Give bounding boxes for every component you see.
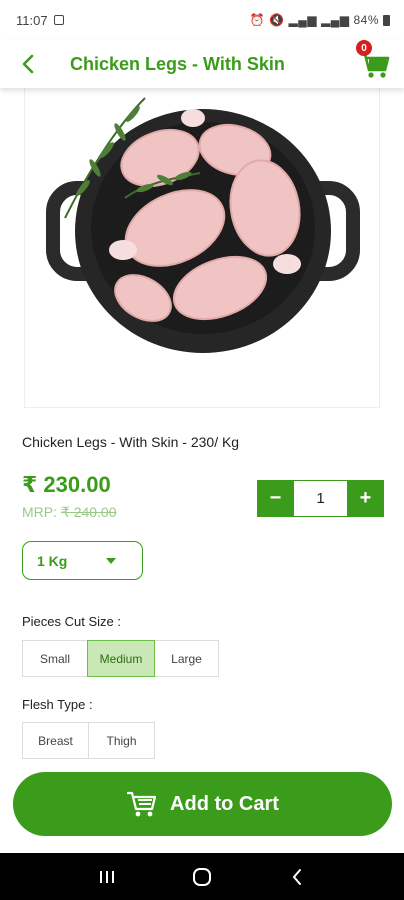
- home-button[interactable]: [188, 863, 216, 891]
- recent-apps-icon: [100, 870, 115, 883]
- caret-down-icon: [106, 557, 116, 564]
- decrease-quantity-button[interactable]: −: [257, 480, 294, 517]
- flesh-type-label: Flesh Type :: [22, 697, 93, 712]
- recent-apps-button[interactable]: [93, 863, 121, 891]
- add-to-cart-button[interactable]: Add to Cart: [13, 772, 392, 836]
- back-chevron-icon: [292, 868, 301, 885]
- app-header: Chicken Legs - With Skin 0: [0, 40, 404, 88]
- cart-add-icon: [127, 791, 157, 817]
- option-small[interactable]: Small: [22, 640, 88, 677]
- product-mrp: MRP: ₹ 240.00: [22, 504, 117, 521]
- quantity-stepper: − 1 +: [257, 480, 384, 517]
- chevron-left-icon: [22, 54, 34, 74]
- quantity-value[interactable]: 1: [294, 480, 347, 517]
- home-circle-icon: [192, 867, 211, 886]
- pieces-cut-options: Small Medium Large: [22, 640, 219, 677]
- option-medium[interactable]: Medium: [87, 640, 155, 677]
- alarm-icon: ⏰: [249, 13, 266, 27]
- battery-icon: [383, 14, 390, 26]
- product-price: ₹ 230.00: [22, 472, 111, 497]
- page-title: Chicken Legs - With Skin: [70, 53, 285, 74]
- status-bar: 11:07 ⏰ 🔇 ▂▄▆ ▂▄▆ 84%: [0, 0, 404, 40]
- mute-icon: 🔇: [269, 13, 285, 27]
- option-large[interactable]: Large: [154, 640, 219, 677]
- chicken-pan-image: [46, 97, 360, 353]
- signal-icon: ▂▄▆: [288, 13, 317, 27]
- add-to-cart-label: Add to Cart: [170, 792, 279, 815]
- weight-selected-value: 1 Kg: [37, 552, 68, 569]
- flesh-type-options: Breast Thigh: [22, 722, 155, 759]
- status-time: 11:07: [16, 12, 48, 28]
- weight-dropdown[interactable]: 1 Kg: [22, 541, 143, 580]
- system-back-button[interactable]: [283, 863, 311, 891]
- increase-quantity-button[interactable]: +: [347, 480, 384, 517]
- pieces-cut-label: Pieces Cut Size :: [22, 614, 121, 629]
- cart-count-badge: 0: [356, 40, 372, 56]
- product-name: Chicken Legs - With Skin - 230/ Kg: [22, 434, 240, 450]
- gallery-notification-icon: [53, 15, 64, 25]
- battery-percent: 84%: [353, 13, 379, 27]
- back-button[interactable]: [0, 40, 56, 88]
- option-thigh[interactable]: Thigh: [88, 722, 155, 759]
- system-nav-bar: [0, 853, 404, 900]
- option-breast[interactable]: Breast: [22, 722, 89, 759]
- cart-button[interactable]: 0: [356, 40, 390, 78]
- mrp-value: ₹ 240.00: [60, 504, 117, 520]
- signal-icon-2: ▂▄▆: [321, 13, 350, 27]
- mrp-label: MRP:: [22, 504, 57, 520]
- product-image: [24, 88, 380, 408]
